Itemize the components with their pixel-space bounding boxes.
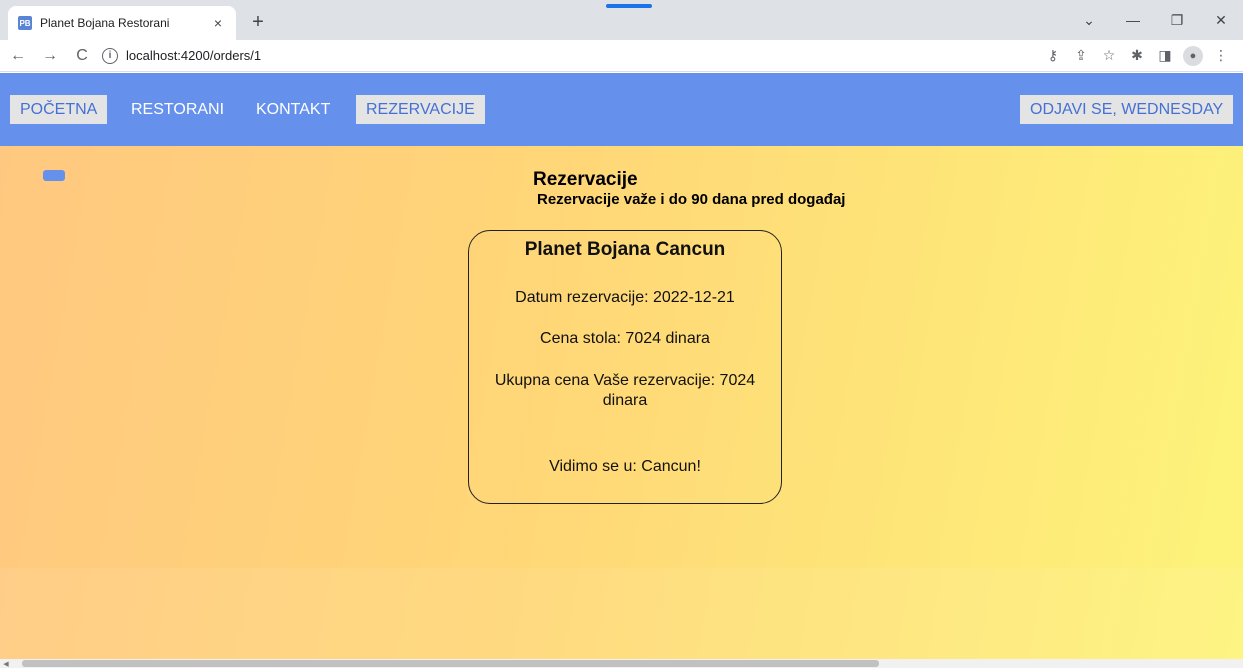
scrollbar-thumb[interactable]	[22, 660, 879, 667]
tab-close-icon[interactable]: ×	[208, 13, 228, 33]
reload-icon[interactable]: C	[68, 42, 96, 70]
page-content: POČETNA RESTORANI KONTAKT REZERVACIJE OD…	[0, 73, 1243, 659]
browser-tab[interactable]: PB Planet Bojana Restorani ×	[8, 6, 236, 40]
page-subtitle: Rezervacije važe i do 90 dana pred događ…	[537, 191, 846, 208]
site-info-icon[interactable]: i	[102, 47, 118, 64]
page-title: Rezervacije	[533, 169, 638, 190]
puzzle-icon[interactable]: ✱	[1123, 42, 1151, 70]
profile-icon[interactable]: ●	[1179, 42, 1207, 70]
minimize-icon[interactable]: —	[1111, 0, 1155, 40]
nav-kontakt[interactable]: KONTAKT	[246, 95, 340, 124]
table-price: Cena stola: 7024 dinara	[540, 330, 710, 347]
tab-title: Planet Bojana Restorani	[40, 16, 170, 30]
farewell-text: Vidimo se u: Cancun!	[549, 458, 701, 475]
footer-band	[0, 568, 1243, 659]
close-window-icon[interactable]: ✕	[1199, 0, 1243, 40]
star-icon[interactable]: ☆	[1095, 42, 1123, 70]
tab-search-icon[interactable]: ⌄	[1067, 0, 1111, 40]
nav-pocetna[interactable]: POČETNA	[10, 95, 108, 124]
address-bar[interactable]: i localhost:4200/orders/1	[102, 42, 1039, 70]
total-price: Ukupna cena Vaše rezervacije: 7024 dinar…	[494, 372, 756, 409]
reservation-date: Datum rezervacije: 2022-12-21	[515, 289, 735, 306]
nav-restorani[interactable]: RESTORANI	[121, 95, 234, 124]
favicon-icon: PB	[18, 16, 32, 30]
tab-indicator	[606, 4, 652, 8]
menu-icon[interactable]: ⋮	[1207, 42, 1235, 70]
reservation-card: Planet Bojana Cancun Datum rezervacije: …	[468, 230, 782, 504]
sidepanel-icon[interactable]: ◨	[1151, 42, 1179, 70]
new-tab-icon[interactable]: +	[246, 10, 270, 34]
site-navbar: POČETNA RESTORANI KONTAKT REZERVACIJE OD…	[0, 73, 1243, 146]
logout-button[interactable]: ODJAVI SE, WEDNESDAY	[1020, 95, 1234, 124]
forward-icon[interactable]: →	[36, 42, 64, 70]
browser-tabstrip: PB Planet Bojana Restorani × + ⌄ — ❐ ✕	[0, 0, 1243, 40]
scroll-left-icon[interactable]: ◀	[2, 659, 10, 668]
back-icon[interactable]: ←	[4, 42, 32, 70]
restore-icon[interactable]: ❐	[1155, 0, 1199, 40]
key-icon[interactable]: ⚷	[1039, 42, 1067, 70]
nav-rezervacije[interactable]: REZERVACIJE	[356, 95, 485, 124]
restaurant-name: Planet Bojana Cancun	[524, 239, 726, 260]
url-text: localhost:4200/orders/1	[126, 48, 262, 63]
avatar: ●	[1183, 45, 1203, 66]
browser-toolbar: ← → C i localhost:4200/orders/1 ⚷ ⇪ ☆ ✱ …	[0, 40, 1243, 72]
share-icon[interactable]: ⇪	[1067, 42, 1095, 70]
small-blue-button[interactable]	[43, 170, 65, 181]
horizontal-scrollbar[interactable]: ◀	[0, 659, 1243, 668]
window-controls: ⌄ — ❐ ✕	[1067, 0, 1243, 40]
toolbar-icons: ⚷ ⇪ ☆ ✱ ◨ ● ⋮	[1039, 42, 1235, 70]
